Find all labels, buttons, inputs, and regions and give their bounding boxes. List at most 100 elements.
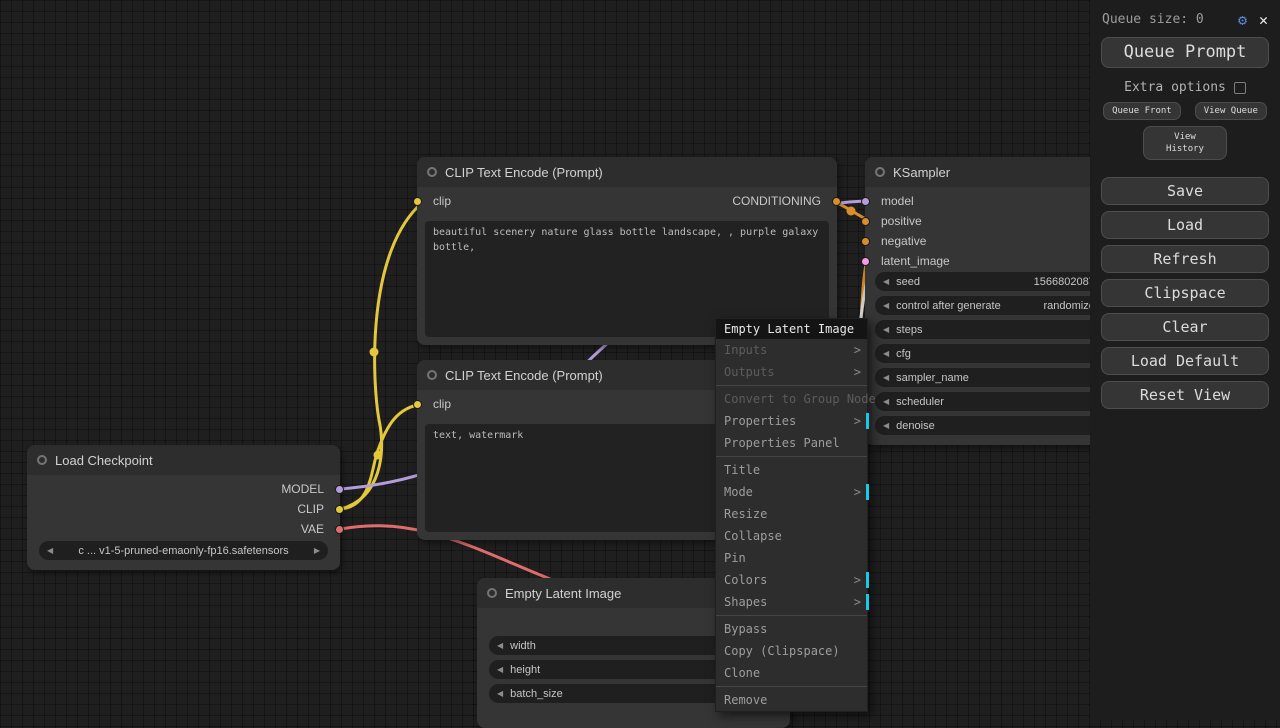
slot-dot-clip-input[interactable] <box>413 400 422 409</box>
collapse-dot-icon[interactable] <box>37 455 47 465</box>
widget-arrow-left-icon[interactable]: ◀ <box>497 665 503 674</box>
widget-label: sampler_name <box>896 372 969 384</box>
submenu-arrow-icon: > <box>854 410 861 432</box>
node-title-bar[interactable]: Load Checkpoint <box>27 445 340 475</box>
output-slot-vae: VAE <box>301 519 324 539</box>
menu-item-inputs[interactable]: Inputs > <box>716 339 867 361</box>
view-queue-button[interactable]: View Queue <box>1195 102 1267 120</box>
steps-widget[interactable]: ◀ steps <box>875 320 1115 339</box>
load-default-button[interactable]: Load Default <box>1101 347 1269 375</box>
comfyui-canvas[interactable]: { "icons": { "settings": "⚙", "close": "… <box>0 0 1280 720</box>
widget-arrow-left-icon[interactable]: ◀ <box>883 277 889 286</box>
clipspace-button[interactable]: Clipspace <box>1101 279 1269 307</box>
load-button[interactable]: Load <box>1101 211 1269 239</box>
widget-arrow-right-icon[interactable]: ▶ <box>314 546 320 555</box>
menu-item-properties-panel[interactable]: Properties Panel <box>716 432 867 454</box>
widget-label: denoise <box>896 420 935 432</box>
widget-label: scheduler <box>896 396 944 408</box>
queue-size-label: Queue size: 0 <box>1102 12 1238 27</box>
seed-widget[interactable]: ◀ seed 1566802087 ▶ <box>875 272 1115 291</box>
collapse-dot-icon[interactable] <box>427 167 437 177</box>
widget-arrow-left-icon[interactable]: ◀ <box>883 301 889 310</box>
menu-item-mode[interactable]: Mode > <box>716 481 867 503</box>
menu-item-title[interactable]: Title <box>716 459 867 481</box>
widget-label: width <box>510 640 536 652</box>
slot-dot-model-output[interactable] <box>335 485 344 494</box>
menu-separator <box>716 456 867 457</box>
menu-item-copy-clipspace[interactable]: Copy (Clipspace) <box>716 640 867 662</box>
comfy-menu-panel: Queue size: 0 ⚙ ✕ Queue Prompt Extra opt… <box>1090 0 1280 720</box>
node-title-bar[interactable]: CLIP Text Encode (Prompt) <box>417 157 837 187</box>
widget-arrow-left-icon[interactable]: ◀ <box>497 689 503 698</box>
widget-label: seed <box>896 276 920 288</box>
node-ksampler[interactable]: KSampler model positive negative latent_… <box>865 157 1125 445</box>
submenu-arrow-icon: > <box>854 481 861 503</box>
menu-item-properties[interactable]: Properties > <box>716 410 867 432</box>
input-slot-clip: clip <box>433 191 451 211</box>
menu-item-bypass[interactable]: Bypass <box>716 618 867 640</box>
node-title: Load Checkpoint <box>55 453 153 468</box>
output-slot-clip: CLIP <box>297 499 324 519</box>
slot-dot-conditioning-output[interactable] <box>832 197 841 206</box>
link-dot <box>374 451 383 460</box>
slot-dot-negative-input[interactable] <box>861 237 870 246</box>
menu-item-clone[interactable]: Clone <box>716 662 867 684</box>
widget-arrow-left-icon[interactable]: ◀ <box>883 397 889 406</box>
link-dot <box>370 348 379 357</box>
widget-arrow-left-icon[interactable]: ◀ <box>883 421 889 430</box>
slot-dot-clip-input[interactable] <box>413 197 422 206</box>
slot-dot-positive-input[interactable] <box>861 217 870 226</box>
node-context-menu: Empty Latent Image Inputs > Outputs > Co… <box>715 318 868 712</box>
menu-item-convert-to-group-node[interactable]: Convert to Group Node <box>716 388 867 410</box>
menu-item-outputs[interactable]: Outputs > <box>716 361 867 383</box>
slot-dot-vae-output[interactable] <box>335 525 344 534</box>
refresh-button[interactable]: Refresh <box>1101 245 1269 273</box>
node-load-checkpoint[interactable]: Load Checkpoint MODEL CLIP VAE ◀ c ... v… <box>27 445 340 570</box>
widget-value: 1566802087 <box>1034 276 1095 288</box>
submenu-indicator <box>866 572 869 588</box>
widget-arrow-left-icon[interactable]: ◀ <box>497 641 503 650</box>
widget-arrow-left-icon[interactable]: ◀ <box>883 349 889 358</box>
close-icon[interactable]: ✕ <box>1259 11 1268 29</box>
save-button[interactable]: Save <box>1101 177 1269 205</box>
sampler-name-widget[interactable]: ◀ sampler_name <box>875 368 1115 387</box>
menu-item-pin[interactable]: Pin <box>716 547 867 569</box>
context-menu-title: Empty Latent Image <box>716 319 867 339</box>
control-after-generate-widget[interactable]: ◀ control after generate randomize ▶ <box>875 296 1115 315</box>
slot-dot-latent-image-input[interactable] <box>861 257 870 266</box>
input-slot-model: model <box>881 191 914 211</box>
input-slot-clip: clip <box>433 394 451 414</box>
cfg-widget[interactable]: ◀ cfg <box>875 344 1115 363</box>
widget-arrow-left-icon[interactable]: ◀ <box>883 325 889 334</box>
ckpt-name-value: c ... v1-5-pruned-emaonly-fp16.safetenso… <box>53 545 314 557</box>
menu-item-remove[interactable]: Remove <box>716 689 867 711</box>
node-clip-text-encode-positive[interactable]: CLIP Text Encode (Prompt) clip CONDITION… <box>417 157 837 345</box>
ckpt-name-widget[interactable]: ◀ c ... v1-5-pruned-emaonly-fp16.safeten… <box>39 541 328 560</box>
node-title-bar[interactable]: KSampler <box>865 157 1125 187</box>
menu-item-resize[interactable]: Resize <box>716 503 867 525</box>
menu-separator <box>716 686 867 687</box>
input-slot-positive: positive <box>881 211 922 231</box>
slot-dot-clip-output[interactable] <box>335 505 344 514</box>
queue-prompt-button[interactable]: Queue Prompt <box>1101 37 1269 68</box>
menu-item-shapes[interactable]: Shapes > <box>716 591 867 613</box>
collapse-dot-icon[interactable] <box>427 370 437 380</box>
view-history-button[interactable]: View History <box>1143 126 1227 160</box>
submenu-indicator <box>866 594 869 610</box>
extra-options-checkbox[interactable] <box>1234 82 1246 94</box>
slot-dot-model-input[interactable] <box>861 197 870 206</box>
submenu-arrow-icon: > <box>854 591 861 613</box>
collapse-dot-icon[interactable] <box>875 167 885 177</box>
queue-front-button[interactable]: Queue Front <box>1103 102 1181 120</box>
menu-item-colors[interactable]: Colors > <box>716 569 867 591</box>
widget-arrow-left-icon[interactable]: ◀ <box>883 373 889 382</box>
reset-view-button[interactable]: Reset View <box>1101 381 1269 409</box>
settings-gear-icon[interactable]: ⚙ <box>1238 11 1247 29</box>
clear-button[interactable]: Clear <box>1101 313 1269 341</box>
collapse-dot-icon[interactable] <box>487 588 497 598</box>
widget-label: control after generate <box>896 300 1001 312</box>
submenu-arrow-icon: > <box>854 361 861 383</box>
scheduler-widget[interactable]: ◀ scheduler <box>875 392 1115 411</box>
denoise-widget[interactable]: ◀ denoise <box>875 416 1115 435</box>
menu-item-collapse[interactable]: Collapse <box>716 525 867 547</box>
